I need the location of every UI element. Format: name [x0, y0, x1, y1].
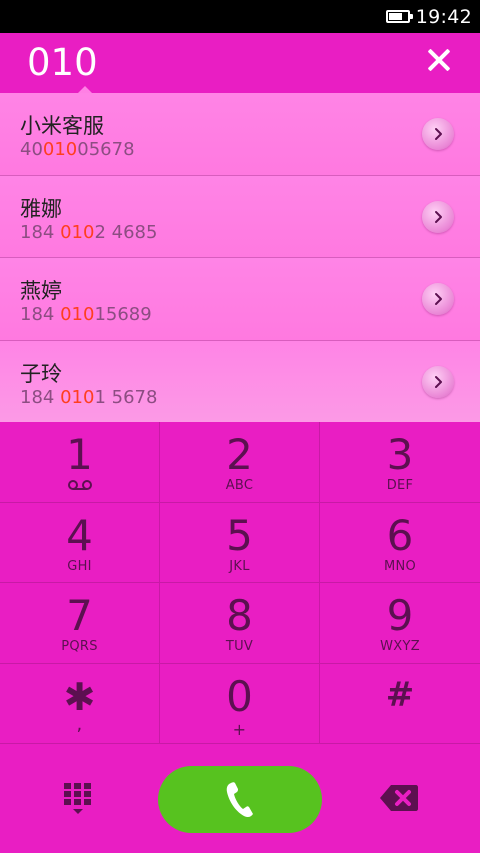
contact-number: 184 01015689 [20, 304, 152, 325]
key-star[interactable]: ✱ , [0, 663, 160, 744]
key-letters: PQRS [61, 639, 98, 654]
key-letters: TUV [225, 639, 254, 654]
key-1[interactable]: 1 [0, 422, 160, 503]
number-suffix: 15689 [94, 304, 152, 325]
contact-number: 184 0101 5678 [20, 387, 157, 408]
dial-header: 010 [0, 33, 480, 93]
battery-level [388, 13, 403, 20]
contact-row[interactable]: 雅娜 184 0102 4685 [0, 175, 480, 258]
voicemail-icon [67, 480, 92, 490]
number-suffix: 05678 [77, 139, 135, 160]
number-match: 010 [60, 221, 95, 243]
battery-icon [385, 10, 413, 23]
key-digit: 7 [66, 591, 93, 640]
contact-number: 4001005678 [20, 139, 135, 160]
contact-name: 雅娜 [20, 196, 62, 221]
key-letters: DEF [386, 478, 414, 493]
phone-icon [226, 781, 253, 817]
key-letters: , [76, 713, 83, 735]
key-letters: ABC [225, 478, 254, 493]
number-match: 010 [60, 304, 95, 325]
dialed-number: 010 [27, 41, 98, 84]
key-letters: + [232, 719, 247, 739]
dialpad-icon[interactable] [62, 781, 94, 819]
key-2[interactable]: 2 ABC [160, 422, 320, 503]
key-digit: ✱ [63, 674, 96, 719]
key-3[interactable]: 3 DEF [320, 422, 480, 503]
number-suffix: 2 4685 [94, 221, 158, 243]
key-digit: 2 [226, 430, 253, 479]
key-4[interactable]: 4 GHI [0, 502, 160, 583]
key-7[interactable]: 7 PQRS [0, 583, 160, 664]
header-notch [78, 86, 92, 93]
close-icon[interactable] [424, 45, 454, 75]
contact-suggestion-list: 小米客服 4001005678 雅娜 184 0102 4685 燕婷 184 … [0, 93, 480, 423]
key-digit: # [385, 674, 415, 715]
contact-name: 燕婷 [20, 279, 62, 303]
key-letters: GHI [67, 558, 92, 574]
key-letters: MNO [383, 558, 417, 574]
key-digit: 6 [386, 510, 414, 560]
key-digit: 4 [66, 510, 93, 560]
status-time: 19:42 [415, 5, 472, 28]
key-digit: 8 [226, 591, 253, 640]
key-digit: 1 [66, 430, 93, 479]
contact-row[interactable]: 子玲 184 0101 5678 [0, 340, 480, 423]
backspace-icon[interactable] [379, 783, 419, 813]
contact-number: 184 0102 4685 [20, 222, 157, 243]
contact-row[interactable]: 燕婷 184 01015689 [0, 258, 480, 341]
call-button[interactable] [158, 766, 322, 833]
key-digit: 3 [386, 430, 414, 479]
bottom-action-bar [0, 744, 480, 853]
contact-row[interactable]: 小米客服 4001005678 [0, 93, 480, 176]
key-6[interactable]: 6 MNO [320, 503, 480, 583]
number-prefix: 184 [20, 304, 61, 325]
number-prefix: 184 [20, 221, 61, 243]
key-digit: 0 [226, 671, 253, 721]
number-match: 010 [60, 386, 95, 408]
chevron-right-icon[interactable] [422, 118, 454, 150]
key-0[interactable]: 0 + [160, 663, 320, 744]
key-letters: JKL [229, 558, 250, 574]
chevron-right-icon[interactable] [422, 283, 454, 315]
key-letters: WXYZ [380, 639, 420, 654]
keypad: 1 2 ABC 3 DEF 4 GHI 5 JKL 6 MNO 7 PQRS 8… [0, 422, 480, 744]
key-digit: 9 [386, 591, 414, 640]
chevron-right-icon[interactable] [422, 200, 454, 233]
key-digit: 5 [226, 510, 253, 560]
key-hash[interactable]: # [320, 664, 480, 744]
status-bar: 19:42 [0, 0, 480, 33]
key-9[interactable]: 9 WXYZ [320, 583, 480, 664]
number-prefix: 40 [20, 139, 43, 160]
contact-name: 小米客服 [20, 114, 104, 138]
key-5[interactable]: 5 JKL [160, 502, 320, 583]
chevron-right-icon[interactable] [422, 365, 454, 398]
key-8[interactable]: 8 TUV [160, 583, 320, 664]
number-suffix: 1 5678 [94, 386, 158, 408]
number-match: 010 [42, 139, 78, 160]
contact-name: 子玲 [20, 361, 62, 386]
number-prefix: 184 [20, 386, 61, 408]
